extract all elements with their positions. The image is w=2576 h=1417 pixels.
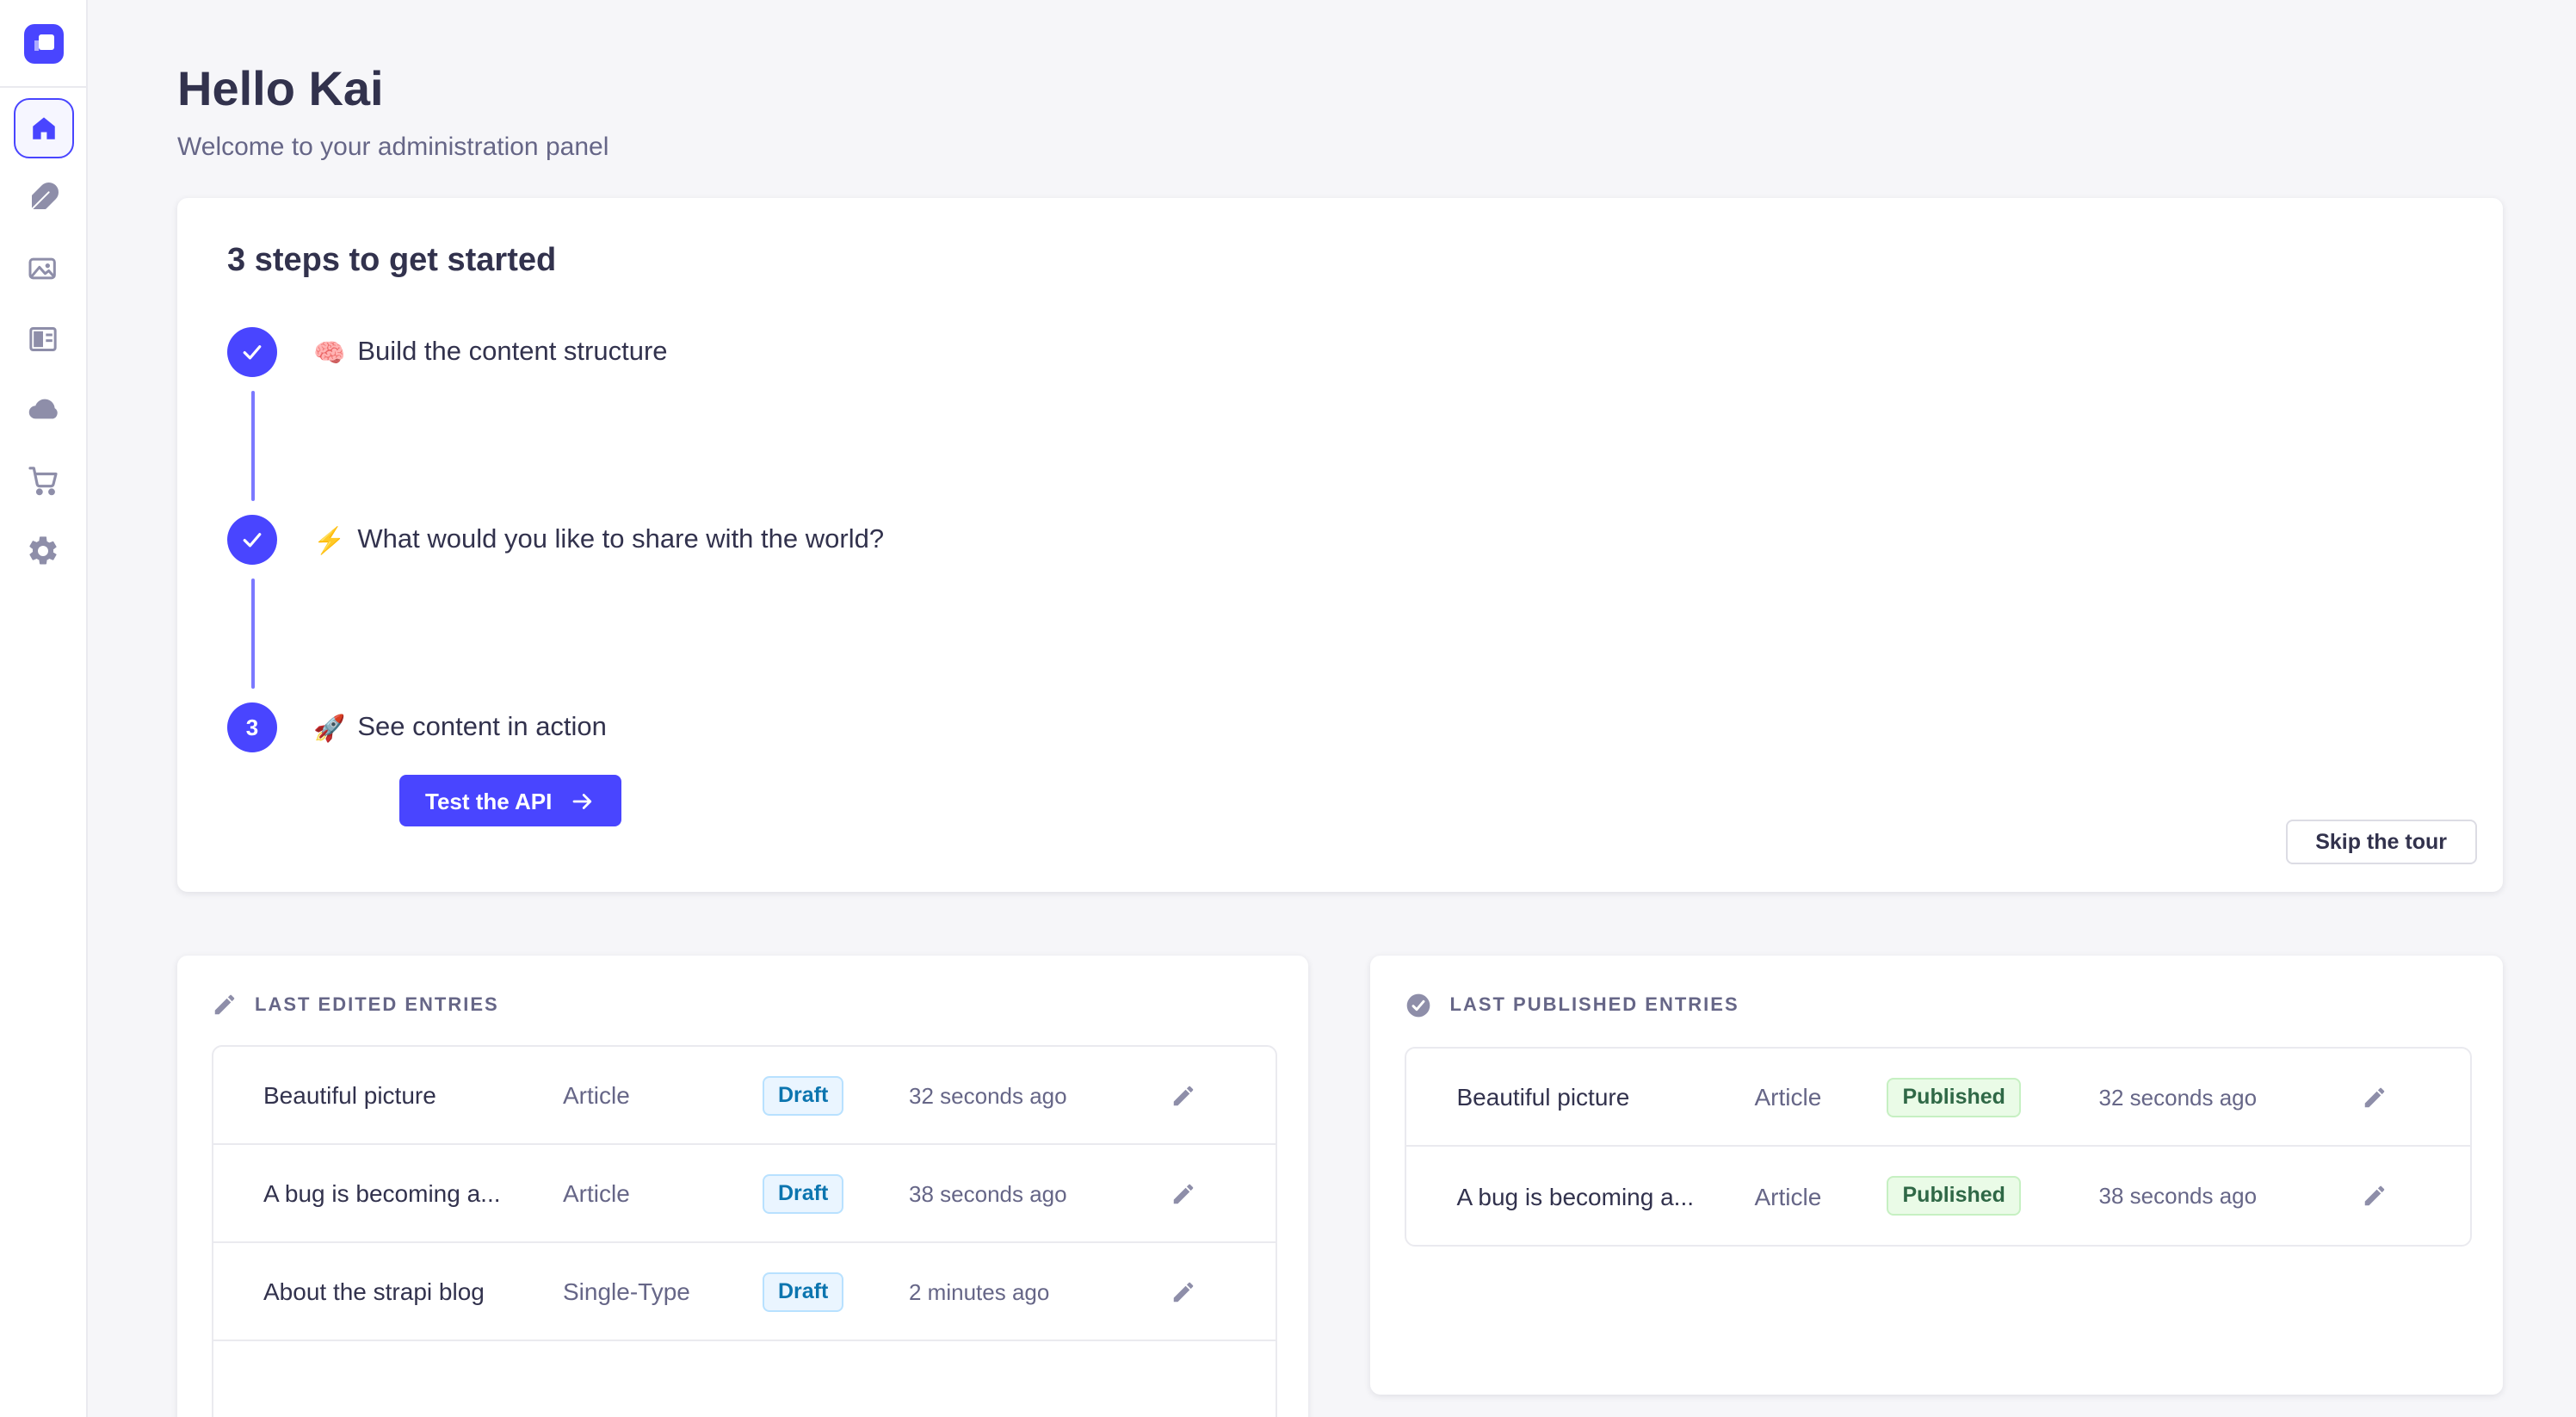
step-1-text: Build the content structure [357,337,667,368]
entry-time: 32 seconds ago [2099,1084,2363,1110]
step-2-text: What would you like to share with the wo… [357,524,884,555]
status-badge: Published [1887,1176,2021,1216]
last-edited-header: LAST EDITED ENTRIES [212,992,1278,1018]
entry-time: 38 seconds ago [2099,1183,2363,1209]
edit-entry-button[interactable] [1171,1082,1196,1108]
sidebar-nav [0,88,86,568]
images-icon [26,251,60,285]
entry-time: 2 minutes ago [909,1278,1171,1304]
last-published-heading: LAST PUBLISHED ENTRIES [1450,995,1739,1016]
table-row[interactable]: Beautiful picture Article Published 32 s… [1407,1049,2470,1147]
pencil-icon [2363,1084,2388,1110]
tour-step-2: ⚡ What would you like to share with the … [227,515,2452,702]
status-badge: Draft [763,1173,843,1213]
pencil-icon [1171,1278,1196,1304]
brain-emoji: 🧠 [313,337,345,368]
main-content: Hello Kai Welcome to your administration… [88,0,2576,1417]
page-subtitle: Welcome to your administration panel [177,133,2502,162]
table-row[interactable]: About the strapi blog Single-Type Draft … [213,1243,1276,1341]
entry-title: About the strapi blog [263,1278,563,1305]
step-1-done-badge [227,327,277,377]
guided-tour-card: 3 steps to get started 🧠 Build the conte… [177,198,2502,892]
sidebar-item-home[interactable] [13,98,73,158]
check-icon [239,527,265,553]
step-2-label: ⚡ What would you like to share with the … [313,515,2452,565]
check-circle-icon [1405,992,1433,1019]
entry-type: Article [563,1179,763,1207]
edit-entry-button[interactable] [2363,1183,2388,1209]
sidebar-item-content-type-builder[interactable] [25,320,61,356]
table-row[interactable]: A bug is becoming a... Article Published… [1407,1147,2470,1245]
last-edited-table: Beautiful picture Article Draft 32 secon… [212,1045,1278,1417]
check-icon [239,339,265,365]
pencil-icon [2363,1183,2388,1209]
last-edited-card: LAST EDITED ENTRIES Beautiful picture Ar… [177,956,1309,1417]
status-badge: Draft [763,1075,843,1115]
test-api-button[interactable]: Test the API [399,775,621,826]
arrow-right-icon [569,788,595,814]
tour-step-1: 🧠 Build the content structure [227,327,2452,515]
tour-steps: 🧠 Build the content structure ⚡ What wou… [227,327,2452,826]
tour-title: 3 steps to get started [227,243,2452,281]
gear-icon [26,533,60,567]
last-published-table: Beautiful picture Article Published 32 s… [1405,1047,2472,1247]
edit-entry-button[interactable] [1171,1180,1196,1206]
entry-title: A bug is becoming a... [263,1179,563,1207]
sidebar-item-settings[interactable] [25,532,61,568]
feather-icon [26,180,60,214]
last-published-header: LAST PUBLISHED ENTRIES [1405,992,2472,1019]
entry-type: Article [1755,1182,1887,1210]
page-title: Hello Kai [177,62,2502,117]
entry-type: Single-Type [563,1278,763,1305]
table-row[interactable]: A bug is becoming a... Article Draft 38 … [213,1145,1276,1243]
table-row[interactable]: Beautiful picture Article Draft 32 secon… [213,1047,1276,1145]
entry-type: Article [563,1081,763,1109]
entry-title: A bug is becoming a... [1457,1182,1755,1210]
app: Hello Kai Welcome to your administration… [0,0,2576,1417]
pencil-icon [1171,1082,1196,1108]
entry-time: 32 seconds ago [909,1082,1171,1108]
entry-title: Beautiful picture [263,1081,563,1109]
layout-icon [26,321,60,356]
edit-entry-button[interactable] [1171,1278,1196,1304]
cloud-icon [25,391,61,427]
strapi-logo-button[interactable] [0,0,86,88]
entry-time: 38 seconds ago [909,1180,1171,1206]
rocket-emoji: 🚀 [313,712,345,743]
last-edited-heading: LAST EDITED ENTRIES [255,994,499,1015]
entry-type: Article [1755,1083,1887,1111]
step-2-done-badge [227,515,277,565]
step-3-text: See content in action [357,712,607,743]
tour-step-3: 3 🚀 See content in action Test the API [227,702,2452,826]
sidebar-item-content-manager[interactable] [25,179,61,215]
last-published-card: LAST PUBLISHED ENTRIES Beautiful picture… [1371,956,2503,1395]
sidebar-item-marketplace[interactable] [25,461,61,498]
test-api-label: Test the API [425,788,552,814]
strapi-logo-icon [23,23,63,63]
step-1-label: 🧠 Build the content structure [313,327,2452,377]
cart-icon [26,462,60,497]
status-badge: Published [1887,1077,2021,1117]
lightning-emoji: ⚡ [313,524,345,555]
sidebar-item-media-library[interactable] [25,250,61,286]
skip-tour-button[interactable]: Skip the tour [2286,820,2476,864]
sidebar [0,0,88,1417]
step-3-label: 🚀 See content in action [313,702,2452,752]
edit-entry-button[interactable] [2363,1084,2388,1110]
sidebar-item-deploy[interactable] [25,391,61,427]
entry-title: Beautiful picture [1457,1083,1755,1111]
status-badge: Draft [763,1272,843,1311]
pencil-icon [1171,1180,1196,1206]
step-3-number-badge: 3 [227,702,277,752]
entries-section: LAST EDITED ENTRIES Beautiful picture Ar… [177,956,2502,1417]
pencil-icon [212,992,238,1018]
home-icon [28,114,58,143]
